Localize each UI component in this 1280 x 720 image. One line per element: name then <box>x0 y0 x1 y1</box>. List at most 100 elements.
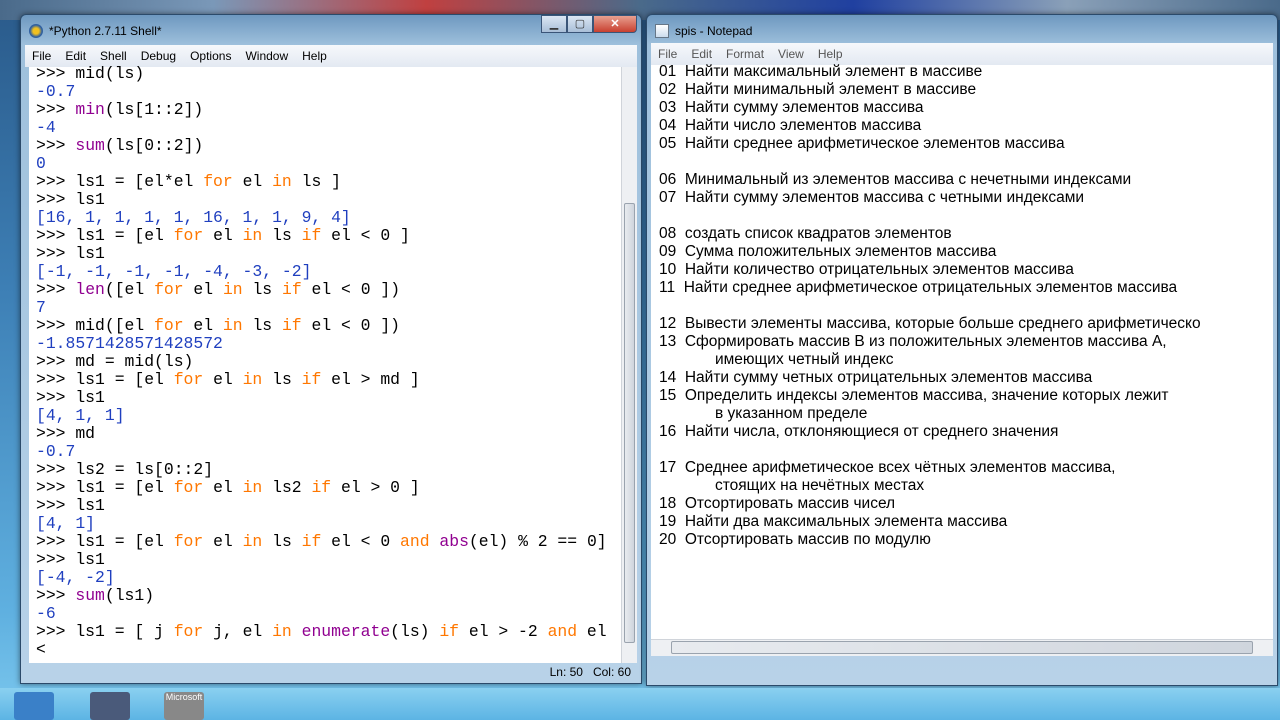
shell-line: -0.7 <box>36 443 617 461</box>
code-token: ls <box>262 532 302 551</box>
menu-view[interactable]: View <box>771 47 811 61</box>
taskbar: Microsoft <box>0 688 1280 720</box>
code-token: in <box>242 478 263 497</box>
code-token: in <box>222 280 243 299</box>
code-token: for <box>203 172 233 191</box>
code-token: [-4, -2] <box>36 568 115 587</box>
code-token: -4 <box>36 118 56 137</box>
code-token: >>> <box>36 100 76 119</box>
code-token: >>> ls1 = [el <box>36 478 174 497</box>
code-token: (ls1) <box>104 586 155 605</box>
code-token: for <box>173 370 204 389</box>
code-token: and <box>547 622 578 641</box>
column-number: Col: 60 <box>592 665 631 679</box>
code-token: >>> <box>36 586 76 605</box>
code-token: if <box>301 370 322 389</box>
code-token: el < 0 ]) <box>301 316 401 335</box>
task-line: 01 Найти максимальный элемент в массиве <box>659 63 983 80</box>
code-token: and <box>400 532 430 551</box>
shell-line: >>> ls1 <box>36 551 617 569</box>
code-token: ls <box>242 280 282 299</box>
menu-help[interactable]: Help <box>295 49 334 63</box>
code-token: (ls) <box>390 622 440 641</box>
code-token: -0.7 <box>36 82 76 101</box>
notepad-icon <box>655 24 669 38</box>
start-menu-icon[interactable] <box>14 692 54 720</box>
menu-debug[interactable]: Debug <box>134 49 183 63</box>
code-token: el <box>203 226 243 245</box>
code-token: >>> ls1 = [el*el <box>36 172 204 191</box>
code-token: >>> ls1 <box>36 496 105 515</box>
maximize-button[interactable]: ▢ <box>567 15 593 33</box>
task-line: 13 Сформировать массив В из положительны… <box>659 333 1167 350</box>
code-token: for <box>173 226 204 245</box>
code-token: ls ] <box>291 172 341 191</box>
menu-edit[interactable]: Edit <box>684 47 719 61</box>
shell-line: [-4, -2] <box>36 569 617 587</box>
task-line: имеющих четный индекс <box>659 351 894 368</box>
code-token: if <box>439 622 460 641</box>
code-token: in <box>272 172 292 191</box>
code-token: < <box>36 640 46 659</box>
code-token: if <box>311 478 332 497</box>
menu-edit[interactable]: Edit <box>58 49 93 63</box>
shell-line: < <box>36 641 617 659</box>
menu-format[interactable]: Format <box>719 47 771 61</box>
shell-line: >>> ls1 <box>36 497 617 515</box>
code-token: [4, 1, 1] <box>36 406 125 425</box>
task-line: 20 Отсортировать массив по модулю <box>659 531 931 548</box>
menu-help[interactable]: Help <box>811 47 850 61</box>
code-token: for <box>173 478 204 497</box>
code-token: -0.7 <box>36 442 76 461</box>
code-token: el > -2 <box>459 622 548 641</box>
code-token: >>> mid([el <box>36 316 155 335</box>
shell-line: >>> min(ls[1::2]) <box>36 101 617 119</box>
scroll-thumb[interactable] <box>671 641 1253 654</box>
code-token: len <box>75 280 105 299</box>
notepad-window: spis - Notepad File Edit Format View Help 01… <box>646 14 1278 686</box>
status-bar: Ln: 50 Col: 60 <box>550 665 631 679</box>
code-token: -6 <box>36 604 56 623</box>
menu-options[interactable]: Options <box>183 49 238 63</box>
menu-file[interactable]: File <box>651 47 684 61</box>
close-button[interactable]: ✕ <box>593 15 637 33</box>
task-line: 15 Определить индексы элементов массива,… <box>659 387 1169 404</box>
notepad-text-area[interactable]: 01 Найти максимальный элемент в массиве 0… <box>651 63 1273 639</box>
code-token: >>> ls1 <box>36 388 105 407</box>
shell-editor[interactable]: >>> mid(ls) -0.7 >>> min(ls[1::2]) -4 >>> su… <box>29 65 621 663</box>
task-line: 18 Отсортировать массив чисел <box>659 495 896 512</box>
menu-file[interactable]: File <box>25 49 58 63</box>
code-token: in <box>242 370 263 389</box>
code-token: in <box>242 226 263 245</box>
code-token: >>> ls1 = [ j <box>36 622 174 641</box>
scroll-thumb[interactable] <box>624 203 635 643</box>
code-token: >>> <box>36 280 76 299</box>
task-line: 07 Найти сумму элементов массива с четны… <box>659 189 1085 206</box>
code-token: in <box>222 316 243 335</box>
code-token: for <box>173 622 204 641</box>
task-line: 05 Найти среднее арифметическое элементо… <box>659 135 1065 152</box>
task-line: 09 Сумма положительных элементов массива <box>659 243 997 260</box>
code-token: 0 <box>36 154 46 173</box>
code-token: (ls[0::2]) <box>104 136 204 155</box>
code-token: if <box>301 226 322 245</box>
horizontal-scrollbar[interactable] <box>651 639 1273 656</box>
minimize-button[interactable]: ▁ <box>541 15 567 33</box>
menu-window[interactable]: Window <box>238 49 295 63</box>
code-token: >>> md = mid(ls) <box>36 352 194 371</box>
menu-shell[interactable]: Shell <box>93 49 134 63</box>
code-token: ls2 <box>262 478 312 497</box>
code-token: >>> ls1 = [el <box>36 532 174 551</box>
vertical-scrollbar[interactable] <box>621 67 637 663</box>
shell-line: >>> mid([el for el in ls if el < 0 ]) <box>36 317 617 335</box>
code-token: if <box>281 316 302 335</box>
microsoft-app-icon[interactable]: Microsoft <box>164 692 204 720</box>
virtualbox-icon[interactable] <box>90 692 130 720</box>
code-token: >>> ls1 <box>36 190 105 209</box>
task-line: 11 Найти среднее арифметическое отрицате… <box>659 279 1178 296</box>
code-token: >>> ls2 = ls[0::2] <box>36 460 214 479</box>
shell-line: 0 <box>36 155 617 173</box>
code-token: el <box>203 532 243 551</box>
shell-line: >>> ls1 = [ j for j, el in enumerate(ls)… <box>36 623 617 641</box>
shell-line: 7 <box>36 299 617 317</box>
